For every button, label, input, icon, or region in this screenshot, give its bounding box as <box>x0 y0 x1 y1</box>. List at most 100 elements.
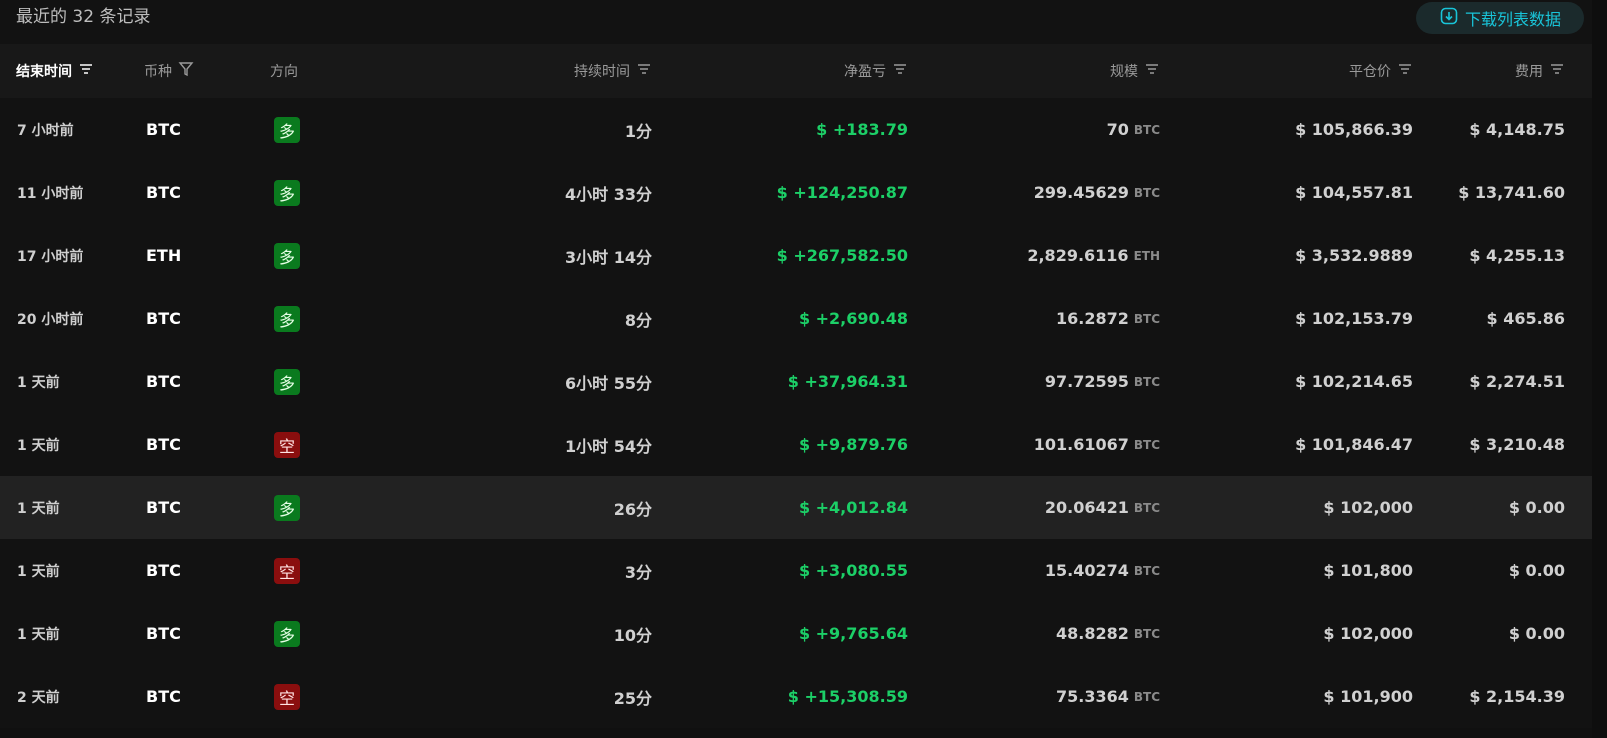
short-direction-badge: 空 <box>274 431 300 458</box>
net-pnl-cell: $ +4,012.84 <box>798 498 908 517</box>
table-row[interactable]: 1 天前 BTC 空 1小时 54分 $ +9,879.76 101.61067 BTC $ … <box>0 413 1592 476</box>
coin-cell: BTC <box>146 435 181 454</box>
duration-cell: 1小时 54分 <box>565 436 652 456</box>
column-header-fee[interactable]: 费用 <box>1515 44 1565 98</box>
direction-cell: 多 <box>274 602 300 665</box>
table-row[interactable]: 2 天前 BTC 空 25分 $ +15,308.59 75.3364 BTC $ 101,9… <box>0 665 1592 728</box>
duration-cell: 26分 <box>613 499 652 519</box>
sort-icon[interactable] <box>78 61 94 81</box>
duration-cell: 1分 <box>624 121 652 141</box>
column-header-duration[interactable]: 持续时间 <box>574 44 652 98</box>
fee-cell: $ 4,148.75 <box>1469 120 1565 139</box>
sort-icon[interactable] <box>1144 61 1160 81</box>
duration-cell: 6小时 55分 <box>565 373 652 393</box>
trade-history-table: 结束时间 币种 方向 持续时间 净盈亏 规模 平仓价 费用 7 小时前 BTC … <box>0 44 1592 728</box>
size-unit: BTC <box>1133 311 1160 326</box>
end-time-cell: 1 天前 <box>17 500 60 517</box>
net-pnl-cell: $ +9,765.64 <box>798 624 908 643</box>
net-pnl-cell: $ +2,690.48 <box>798 309 908 328</box>
coin-cell: BTC <box>146 183 181 202</box>
size-value: 97.72595 <box>1044 372 1129 391</box>
table-row[interactable]: 1 天前 BTC 多 10分 $ +9,765.64 48.8282 BTC $ 102,00… <box>0 602 1592 665</box>
download-icon <box>1439 6 1459 30</box>
long-direction-badge: 多 <box>274 305 300 332</box>
end-time-cell: 1 天前 <box>17 437 60 454</box>
column-header-net-pnl[interactable]: 净盈亏 <box>844 44 908 98</box>
sort-icon[interactable] <box>1397 61 1413 81</box>
coin-cell: BTC <box>146 624 181 643</box>
close-price-cell: $ 101,800 <box>1323 561 1413 580</box>
coin-cell: ETH <box>146 246 182 265</box>
filter-icon[interactable] <box>178 61 194 81</box>
table-row[interactable]: 1 天前 BTC 多 26分 $ +4,012.84 20.06421 BTC $ 102,0… <box>0 476 1592 539</box>
close-price-cell: $ 101,846.47 <box>1295 435 1413 454</box>
size-unit: BTC <box>1133 563 1160 578</box>
size-cell: 15.40274 BTC <box>1045 539 1160 602</box>
table-row[interactable]: 1 天前 BTC 空 3分 $ +3,080.55 15.40274 BTC $ 101,80… <box>0 539 1592 602</box>
long-direction-badge: 多 <box>274 620 300 647</box>
coin-cell: BTC <box>146 120 181 139</box>
end-time-cell: 1 天前 <box>17 626 60 643</box>
size-value: 15.40274 <box>1044 561 1129 580</box>
size-value: 48.8282 <box>1055 624 1129 643</box>
sort-icon[interactable] <box>892 61 908 81</box>
size-unit: BTC <box>1133 185 1160 200</box>
column-header-close-price[interactable]: 平仓价 <box>1349 44 1413 98</box>
fee-cell: $ 13,741.60 <box>1458 183 1565 202</box>
size-value: 75.3364 <box>1055 687 1129 706</box>
column-header-size[interactable]: 规模 <box>1110 44 1160 98</box>
size-unit: BTC <box>1133 374 1160 389</box>
long-direction-badge: 多 <box>274 494 300 521</box>
coin-cell: BTC <box>146 561 181 580</box>
long-direction-badge: 多 <box>274 368 300 395</box>
size-cell: 70 BTC <box>1107 98 1160 161</box>
short-direction-badge: 空 <box>274 683 300 710</box>
column-header-direction: 方向 <box>270 64 298 80</box>
table-row[interactable]: 1 天前 BTC 多 6小时 55分 $ +37,964.31 97.72595 BTC $ … <box>0 350 1592 413</box>
size-cell: 299.45629 BTC <box>1034 161 1160 224</box>
sort-icon[interactable] <box>636 61 652 81</box>
coin-cell: BTC <box>146 498 181 517</box>
size-unit: ETH <box>1133 248 1160 263</box>
table-body: 7 小时前 BTC 多 1分 $ +183.79 70 BTC $ 105,866.39 $ 4… <box>0 98 1592 728</box>
close-price-cell: $ 102,000 <box>1323 624 1413 643</box>
scrollbar[interactable] <box>1592 0 1607 738</box>
direction-cell: 多 <box>274 476 300 539</box>
end-time-cell: 11 小时前 <box>17 185 84 202</box>
size-unit: BTC <box>1133 626 1160 641</box>
net-pnl-cell: $ +9,879.76 <box>798 435 908 454</box>
download-list-button[interactable]: 下载列表数据 <box>1416 2 1584 34</box>
fee-cell: $ 0.00 <box>1508 624 1565 643</box>
duration-cell: 3分 <box>624 562 652 582</box>
column-header-end-time[interactable]: 结束时间 <box>16 44 94 98</box>
short-direction-badge: 空 <box>274 557 300 584</box>
long-direction-badge: 多 <box>274 116 300 143</box>
close-price-cell: $ 102,214.65 <box>1295 372 1413 391</box>
size-cell: 97.72595 BTC <box>1045 350 1160 413</box>
table-row[interactable]: 11 小时前 BTC 多 4小时 33分 $ +124,250.87 299.45629 B… <box>0 161 1592 224</box>
sort-icon[interactable] <box>1549 61 1565 81</box>
fee-cell: $ 2,274.51 <box>1469 372 1565 391</box>
size-unit: BTC <box>1133 689 1160 704</box>
direction-cell: 多 <box>274 98 300 161</box>
fee-cell: $ 4,255.13 <box>1469 246 1565 265</box>
size-cell: 16.2872 BTC <box>1056 287 1160 350</box>
close-price-cell: $ 101,900 <box>1323 687 1413 706</box>
size-cell: 20.06421 BTC <box>1045 476 1160 539</box>
table-row[interactable]: 17 小时前 ETH 多 3小时 14分 $ +267,582.50 2,829.6116… <box>0 224 1592 287</box>
duration-cell: 25分 <box>613 688 652 708</box>
column-header-coin[interactable]: 币种 <box>144 44 194 98</box>
table-row[interactable]: 7 小时前 BTC 多 1分 $ +183.79 70 BTC $ 105,866.39 $ 4… <box>0 98 1592 161</box>
net-pnl-cell: $ +267,582.50 <box>776 246 908 265</box>
size-unit: BTC <box>1133 122 1160 137</box>
direction-cell: 多 <box>274 287 300 350</box>
size-value: 101.61067 <box>1033 435 1129 454</box>
direction-cell: 空 <box>274 665 300 728</box>
table-header: 结束时间 币种 方向 持续时间 净盈亏 规模 平仓价 费用 <box>0 44 1592 98</box>
size-cell: 48.8282 BTC <box>1056 602 1160 665</box>
direction-cell: 空 <box>274 413 300 476</box>
fee-cell: $ 3,210.48 <box>1469 435 1565 454</box>
size-value: 299.45629 <box>1033 183 1129 202</box>
long-direction-badge: 多 <box>274 179 300 206</box>
table-row[interactable]: 20 小时前 BTC 多 8分 $ +2,690.48 16.2872 BTC $ 102,1… <box>0 287 1592 350</box>
